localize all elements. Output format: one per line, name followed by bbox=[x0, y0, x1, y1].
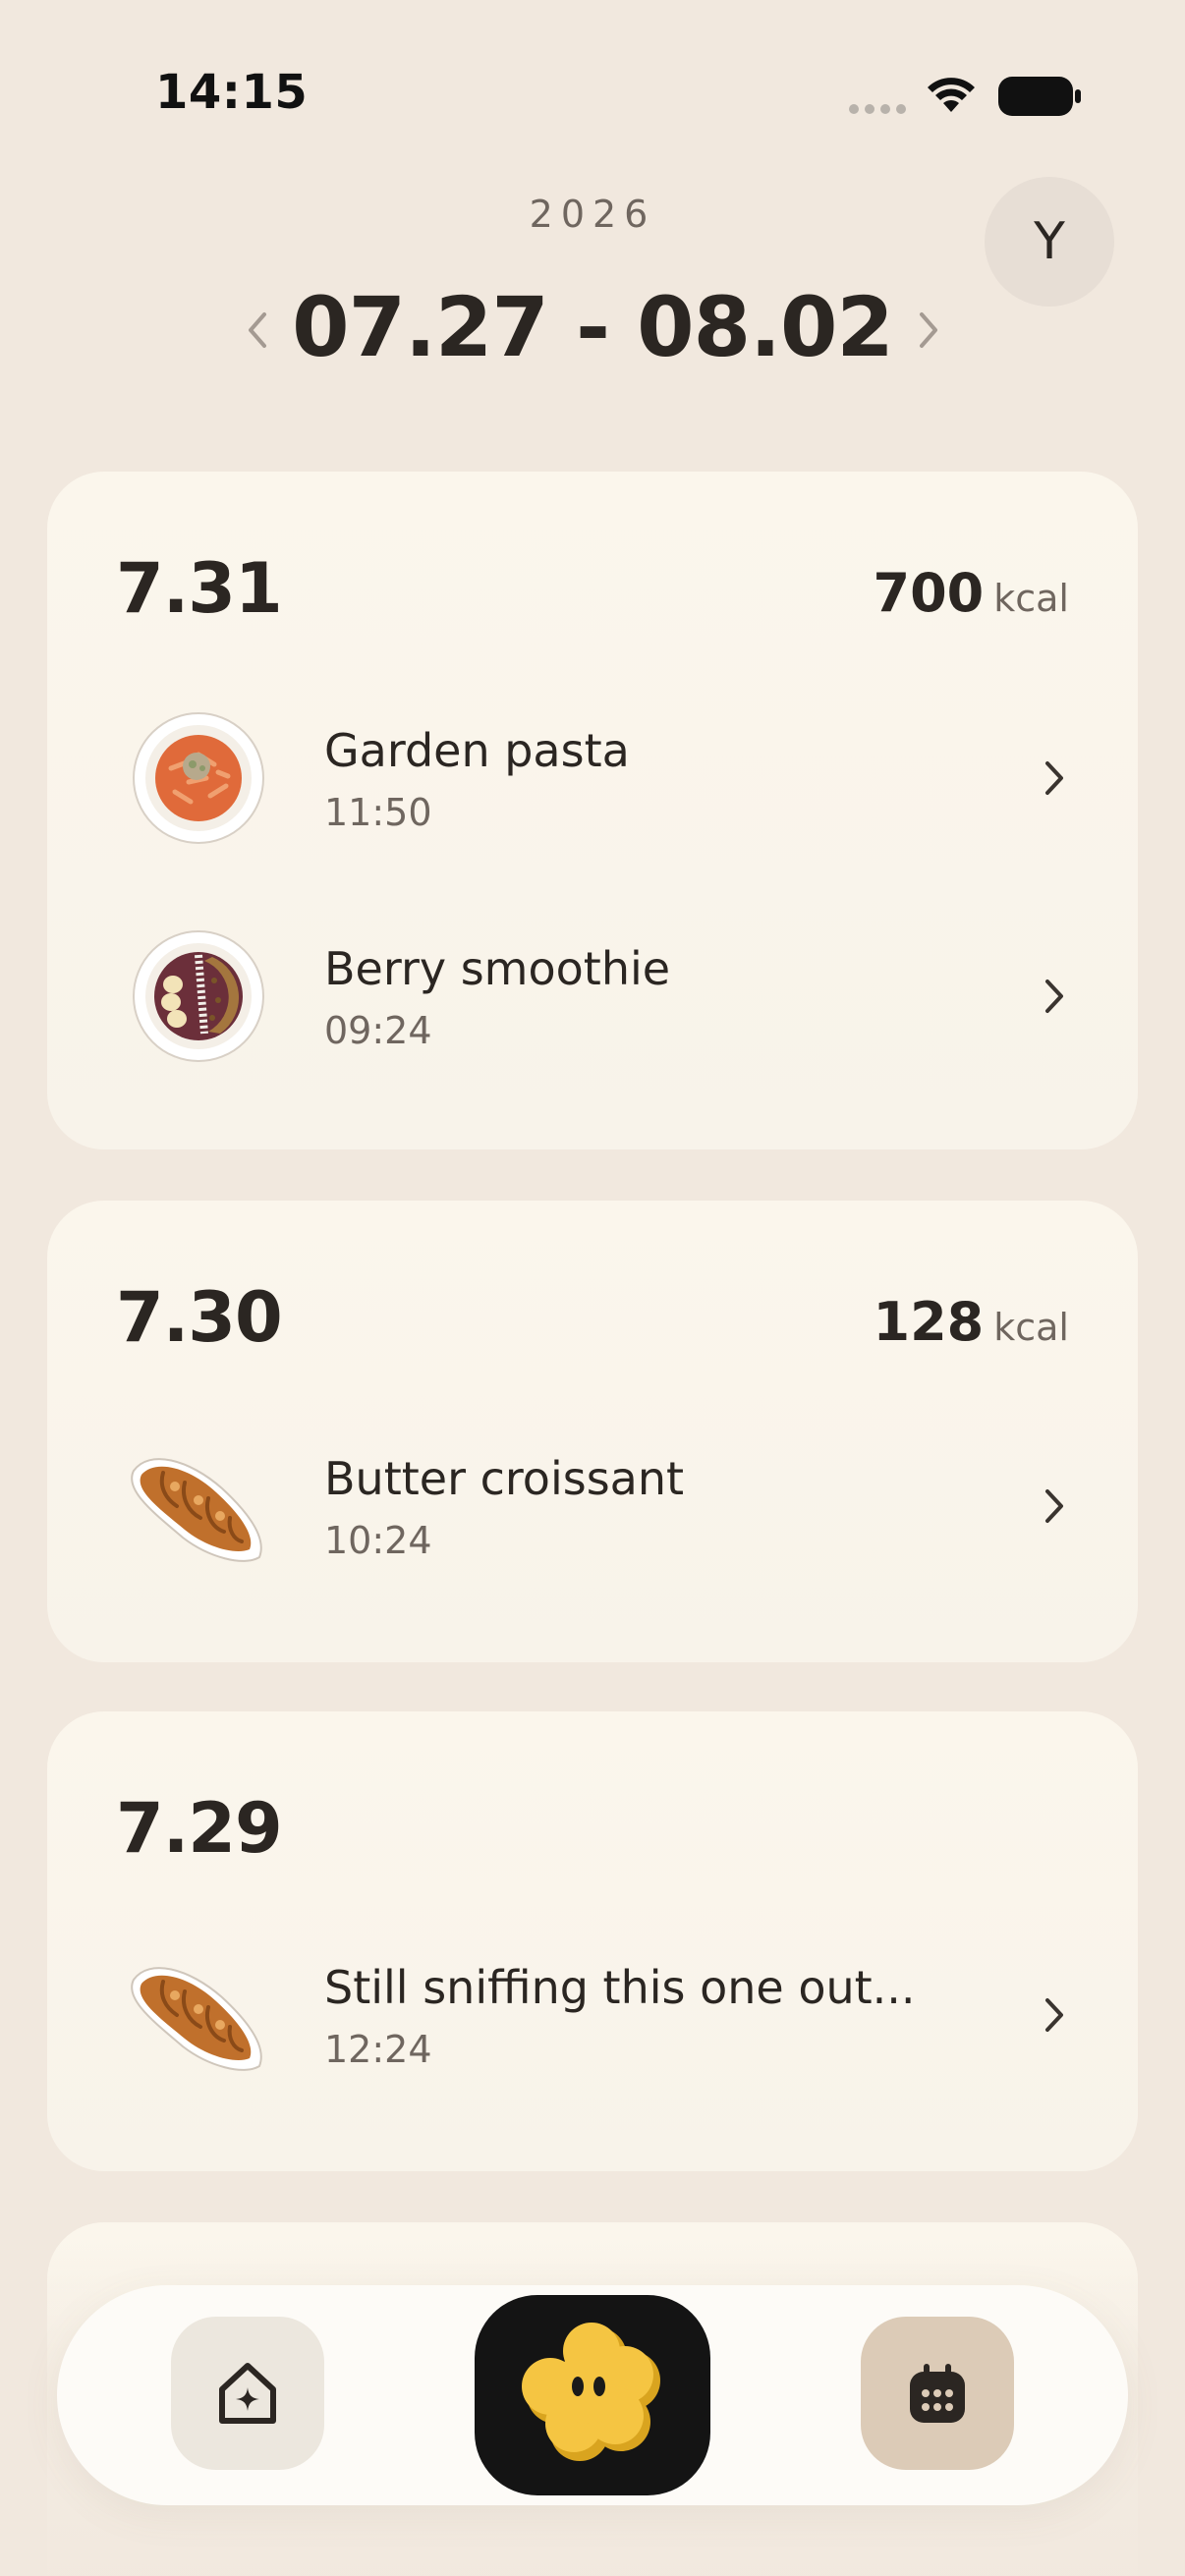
meal-name: Berry smoothie bbox=[324, 942, 671, 995]
avatar[interactable]: Y bbox=[985, 177, 1114, 307]
croissant-icon bbox=[131, 1458, 262, 1562]
day-card: 7.31 700 kcal Garden pasta 11:50 Berry s… bbox=[47, 472, 1138, 1149]
calories-unit: kcal bbox=[993, 577, 1069, 620]
chevron-right-icon bbox=[1045, 1489, 1063, 1523]
meal-row[interactable]: Garden pasta 11:50 bbox=[47, 683, 1138, 869]
croissant-icon bbox=[131, 1967, 262, 2071]
chevron-right-icon bbox=[1045, 1998, 1063, 2032]
day-date: 7.30 bbox=[116, 1277, 283, 1358]
flower-mascot-icon bbox=[522, 2323, 660, 2461]
smoothie-bowl-icon bbox=[133, 930, 264, 1062]
day-calories: 700 kcal bbox=[874, 562, 1069, 624]
home-sparkle-icon bbox=[219, 2363, 276, 2424]
calories-value: 128 bbox=[873, 1291, 985, 1353]
day-card: 7.29 Still sniffing this one out... 12:2… bbox=[47, 1711, 1138, 2171]
meal-time: 10:24 bbox=[324, 1519, 432, 1562]
chevron-right-icon bbox=[1045, 980, 1063, 1013]
meal-time: 09:24 bbox=[324, 1009, 432, 1052]
calories-unit: kcal bbox=[993, 1306, 1069, 1349]
home-button[interactable] bbox=[171, 2317, 324, 2470]
day-date: 7.31 bbox=[116, 548, 283, 629]
status-time: 14:15 bbox=[155, 65, 309, 120]
next-week-button[interactable] bbox=[899, 301, 958, 360]
week-range-title: 07.27 - 08.02 bbox=[292, 279, 894, 375]
screen: 14:15 2026 07.27 - 08.02 Y 7.31 700 kcal bbox=[0, 0, 1185, 2576]
battery-icon bbox=[998, 77, 1081, 116]
chevron-right-icon bbox=[920, 312, 937, 348]
avatar-initial: Y bbox=[1034, 212, 1065, 271]
day-date: 7.29 bbox=[116, 1788, 283, 1869]
day-card: 7.30 128 kcal Butter croissant 10:24 bbox=[47, 1201, 1138, 1662]
meal-name: Still sniffing this one out... bbox=[324, 1961, 916, 2014]
meal-row[interactable]: Butter croissant 10:24 bbox=[47, 1411, 1138, 1597]
wifi-icon bbox=[928, 78, 975, 112]
previous-week-button[interactable] bbox=[228, 301, 287, 360]
meal-time: 11:50 bbox=[324, 791, 432, 834]
meal-row[interactable]: Still sniffing this one out... 12:24 bbox=[47, 1920, 1138, 2106]
pasta-plate-icon bbox=[133, 712, 264, 844]
chevron-right-icon bbox=[1045, 761, 1063, 795]
calendar-icon bbox=[910, 2364, 965, 2423]
chevron-left-icon bbox=[249, 312, 266, 348]
meal-time: 12:24 bbox=[324, 2028, 432, 2071]
add-meal-button[interactable] bbox=[475, 2295, 710, 2495]
meal-name: Butter croissant bbox=[324, 1452, 685, 1505]
day-calories: 128 kcal bbox=[874, 1291, 1069, 1353]
meal-row[interactable]: Berry smoothie 09:24 bbox=[47, 901, 1138, 1088]
cellular-signal-icon bbox=[849, 104, 906, 114]
bottom-nav bbox=[57, 2285, 1128, 2505]
calendar-button[interactable] bbox=[861, 2317, 1014, 2470]
meal-name: Garden pasta bbox=[324, 724, 630, 777]
calories-value: 700 bbox=[873, 562, 985, 624]
